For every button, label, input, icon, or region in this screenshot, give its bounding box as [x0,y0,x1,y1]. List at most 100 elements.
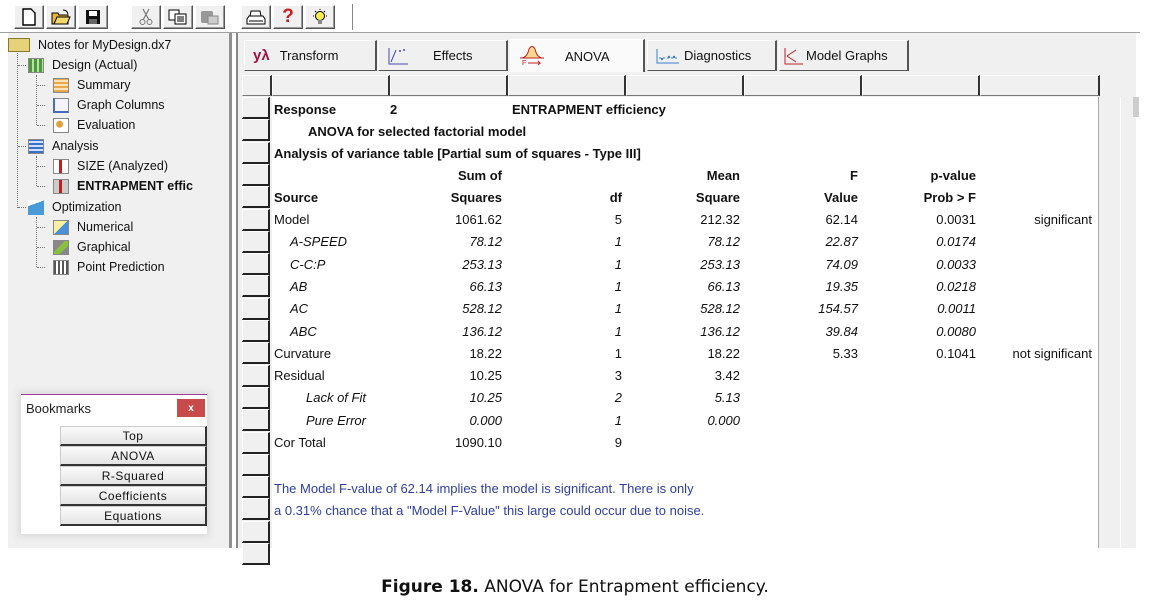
open-folder-icon [51,9,71,25]
row-header[interactable] [242,230,270,253]
row-ss: 18.22 [469,345,502,361]
row-header[interactable] [242,498,270,521]
figure-caption: Figure 18. ANOVA for Entrapment efficien… [0,577,1150,597]
bookmark-coefficients-button[interactable]: Coefficients [60,486,207,506]
tree-root-label: Notes for MyDesign.dx7 [38,38,172,52]
tree-item-entrapment-efficiency[interactable]: ENTRAPMENT effic [53,177,193,195]
figure-caption-text: ANOVA for Entrapment efficiency. [478,577,769,597]
row-df: 1 [614,301,622,317]
bookmark-r-squared-button[interactable]: R-Squared [60,466,207,486]
row-header[interactable] [242,119,270,142]
row-header[interactable] [242,253,270,276]
row-source: AB [290,278,308,294]
row-header[interactable] [242,208,270,231]
row-ms: 0.000 [707,412,740,428]
row-p: 0.0011 [937,301,976,317]
row-p: 0.0174 [936,234,976,250]
tree-item-optimization[interactable]: Optimization [28,198,121,216]
row-header[interactable] [242,163,270,186]
column-header[interactable] [862,75,980,96]
tips-lightbulb-icon [313,9,327,24]
help-button[interactable]: ? [273,5,303,29]
row-ms: 18.22 [707,345,740,361]
column-header[interactable] [980,75,1100,96]
bookmark-anova-button[interactable]: ANOVA [60,446,207,466]
row-ms: 3.42 [714,368,740,384]
tree-item-summary[interactable]: Summary [53,76,130,94]
tree-root[interactable]: Notes for MyDesign.dx7 [8,36,171,54]
tab-model-graphs[interactable]: Model Graphs [779,40,909,71]
copy-button[interactable] [163,5,193,29]
tree-item-evaluation[interactable]: Evaluation [53,116,135,134]
row-ss: 253.13 [462,256,502,272]
paste-button[interactable] [195,5,225,29]
tab-anova[interactable]: F ANOVA [510,39,645,72]
header-source: Source [274,190,319,205]
column-header[interactable] [390,75,508,96]
row-header[interactable] [242,543,270,565]
row-ss: 1061.62 [455,212,502,227]
tab-diagnostics[interactable]: Diagnostics [647,40,777,71]
row-header[interactable] [242,186,270,209]
row-header[interactable] [242,386,270,409]
row-source: Model [274,212,310,227]
header-p: Prob > F [923,190,976,205]
row-ss: 78.12 [469,234,502,250]
row-ms: 66.13 [707,278,740,294]
column-header[interactable] [744,75,862,96]
toolbar: ? [0,0,1140,33]
row-header[interactable] [242,275,270,298]
row-header[interactable] [242,453,270,476]
row-p: 0.0031 [936,212,976,227]
optimization-icon [28,199,44,215]
row-df: 3 [614,368,622,384]
tree-item-design[interactable]: Design (Actual) [28,56,137,74]
save-button[interactable] [78,5,108,29]
scrollbar-thumb[interactable] [1133,97,1139,117]
bookmarks-close-button[interactable]: x [177,399,205,417]
bookmark-equations-button[interactable]: Equations [60,506,207,526]
tab-transform[interactable]: yλ Transform [244,40,377,71]
open-folder-button[interactable] [46,5,76,29]
row-df: 1 [614,278,622,294]
row-header[interactable] [242,141,270,164]
tree-item-numerical[interactable]: Numerical [53,218,133,236]
tree-item-size-analyzed[interactable]: SIZE (Analyzed) [53,157,168,175]
row-source: A-SPEED [290,234,348,250]
column-header[interactable] [508,75,626,96]
folder-icon [8,38,30,52]
column-header[interactable] [272,75,390,96]
row-header[interactable] [242,97,270,119]
tree-item-graph-columns[interactable]: Graph Columns [53,96,165,114]
bookmark-top-button[interactable]: Top [60,426,207,446]
row-header[interactable] [242,409,270,432]
row-ms: 212.32 [700,212,740,227]
row-header[interactable] [242,342,270,365]
row-p: 0.0218 [936,278,976,294]
graph-columns-icon [53,97,69,113]
tree-item-graphical[interactable]: Graphical [53,238,131,256]
print-icon [246,10,266,25]
vertical-scrollbar[interactable] [1120,97,1139,548]
row-header[interactable] [242,520,270,543]
row-header[interactable] [242,476,270,499]
print-button[interactable] [241,5,271,29]
interpretation-note-line-1: The Model F-value of 62.14 implies the m… [274,481,694,496]
design-grid-icon [28,57,44,73]
row-p: 0.0033 [936,256,976,272]
row-df: 1 [614,256,622,272]
tab-effects[interactable]: Effects [378,40,508,71]
row-header[interactable] [242,431,270,454]
tree-item-analysis[interactable]: Analysis [28,137,99,155]
row-header[interactable] [242,364,270,387]
row-ms: 253.13 [700,256,740,272]
response-name: ENTRAPMENT efficiency [512,102,666,117]
tree-item-point-prediction[interactable]: Point Prediction [53,258,165,276]
tips-button[interactable] [305,5,335,29]
row-source: C-C:P [290,256,326,272]
new-file-button[interactable] [14,5,44,29]
cut-button[interactable] [131,5,161,29]
row-header[interactable] [242,297,270,320]
row-header[interactable] [242,320,270,342]
column-header[interactable] [626,75,744,96]
